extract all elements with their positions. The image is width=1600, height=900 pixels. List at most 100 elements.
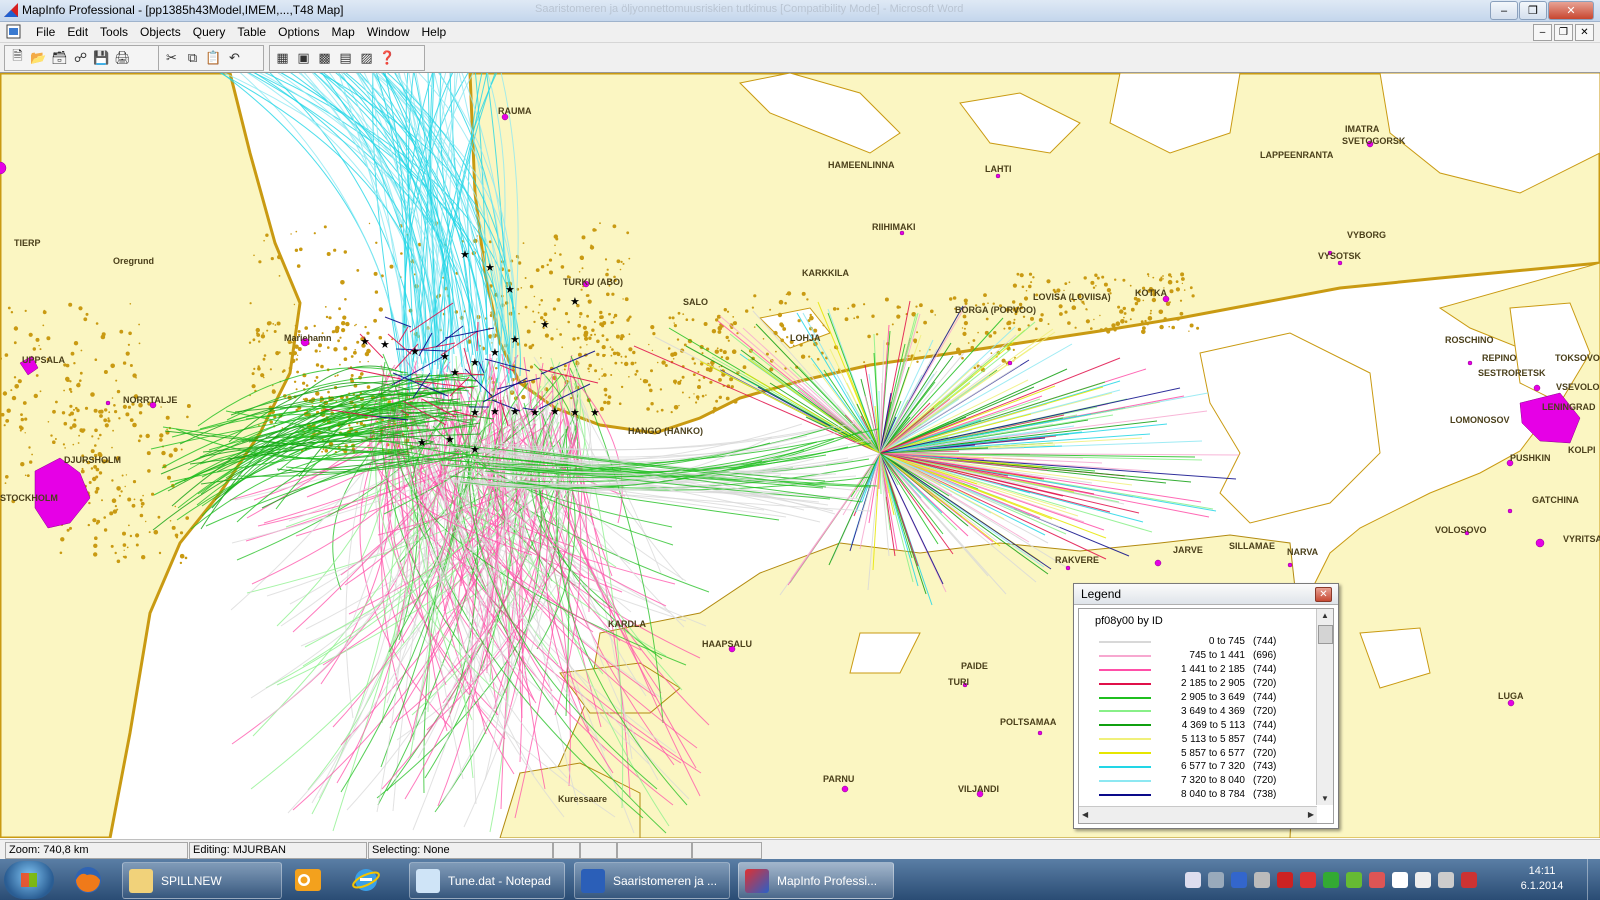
menu-file[interactable]: File [30,24,61,40]
island [896,314,901,319]
island [619,268,622,271]
legend-vertical-scrollbar[interactable]: ▲ ▼ [1316,609,1333,805]
help-icon[interactable]: ❓ [377,48,398,68]
start-button[interactable] [4,861,54,899]
scroll-up-icon[interactable]: ▲ [1321,611,1329,620]
island [711,329,717,334]
menu-objects[interactable]: Objects [134,24,187,40]
new-icon[interactable]: 🗎 [7,48,28,68]
desktop-icon[interactable] [1185,871,1201,888]
internet-explorer-icon[interactable] [342,864,390,896]
menu-edit[interactable]: Edit [61,24,94,40]
legend-close-button[interactable]: ✕ [1315,587,1332,602]
island [281,370,285,373]
island [963,327,966,330]
copy-icon[interactable]: ⧉ [182,48,203,68]
island [1150,309,1152,312]
save-icon[interactable]: 💾 [91,48,112,68]
menu-tools[interactable]: Tools [94,24,134,40]
new-layout-icon[interactable]: ▤ [335,48,356,68]
status-cell-empty-1 [553,842,580,859]
open-icon[interactable]: 📂 [28,48,49,68]
island [277,254,282,260]
release-star: ★ [470,443,480,456]
mapinfo-app-icon[interactable] [4,3,18,17]
open-workspace-icon[interactable]: 🗃 [49,48,70,68]
battery-icon[interactable] [1415,871,1431,888]
firefox-icon[interactable] [64,864,112,896]
doc-close-button[interactable]: ✕ [1575,24,1594,41]
task-mapinfo[interactable]: MapInfo Professi... [738,862,894,899]
maximize-button[interactable]: ❐ [1519,1,1547,20]
island [1022,315,1026,318]
place-label: TOKSOVO [1555,353,1600,363]
island [1104,327,1109,332]
show-desktop-button[interactable] [1587,859,1600,900]
flag-icon[interactable] [1392,871,1408,888]
status-cell-empty-4 [692,842,762,859]
open-dbms-icon[interactable]: ☍ [70,48,91,68]
close-button[interactable]: ✕ [1548,1,1594,20]
clock[interactable]: 14:11 6.1.2014 [1512,864,1572,894]
scroll-left-icon[interactable]: ◀ [1082,810,1088,819]
scroll-down-icon[interactable]: ▼ [1321,794,1329,803]
place-label: JARVE [1173,545,1203,555]
island [24,417,28,421]
task-spillnew[interactable]: SPILLNEW [122,862,282,899]
legend-title-bar[interactable]: Legend ✕ [1074,584,1338,605]
action-center-icon[interactable] [1277,871,1293,888]
scroll-thumb[interactable] [1318,625,1333,644]
island [659,388,663,391]
status-zoom[interactable]: Zoom: 740,8 km [5,842,188,859]
menu-table[interactable]: Table [231,24,272,40]
legend-horizontal-scrollbar[interactable]: ◀ ▶ [1079,806,1317,823]
island [676,338,680,341]
menu-window[interactable]: Window [361,24,416,40]
map-window[interactable]: ★ ★ ★ ★ ★ ★ ★ ★ ★ ★ ★ ★ ★ ★ ★ ★ ★ ★ ★ ★ ★ ★ ★ RAUMA HAMEENLINNA… [0,73,1600,838]
island [24,474,27,477]
scroll-right-icon[interactable]: ▶ [1308,810,1314,819]
sync-icon[interactable] [1323,871,1339,888]
island [601,345,606,350]
safely-remove-icon[interactable] [1254,871,1270,888]
new-browser-icon[interactable]: ▦ [272,48,293,68]
monitor-icon[interactable] [1208,871,1224,888]
legend-row: 1 441 to 2 185 (744) [1099,663,1329,677]
island [94,428,98,433]
new-mapper-icon[interactable]: ▣ [293,48,314,68]
island [179,531,184,535]
island [799,343,803,347]
menu-query[interactable]: Query [187,24,232,40]
task-notepad[interactable]: Tune.dat - Notepad [409,862,565,899]
menu-map[interactable]: Map [325,24,360,40]
status-editing[interactable]: Editing: MJURBAN [189,842,367,859]
menu-options[interactable]: Options [272,24,325,40]
security-icon[interactable] [1300,871,1316,888]
undo-icon[interactable]: ↶ [224,48,245,68]
cut-icon[interactable]: ✂ [161,48,182,68]
outlook-icon[interactable] [284,864,332,896]
doc-restore-button[interactable]: ❐ [1554,24,1573,41]
network-shield-icon[interactable] [1369,871,1385,888]
print-icon[interactable]: 🖨 [112,48,133,68]
volume-muted-icon[interactable] [1461,871,1477,888]
island [109,511,114,516]
new-grapher-icon[interactable]: ▩ [314,48,335,68]
signal-icon[interactable] [1438,871,1454,888]
island [697,385,701,389]
document-system-menu-icon[interactable] [6,24,21,39]
nvidia-icon[interactable] [1346,871,1362,888]
legend-window[interactable]: Legend ✕ pf08y00 by ID 0 to 745 (744) 745 … [1073,583,1339,829]
bluetooth-icon[interactable] [1231,871,1247,888]
menu-help[interactable]: Help [416,24,453,40]
map-canvas[interactable]: ★ ★★ ★★★★★★★★ ★ ★ ★ ★ ★ ★★ ★★★★★ [0,73,1600,838]
new-redistrict-icon[interactable]: ▨ [356,48,377,68]
task-word[interactable]: Saaristomeren ja ... [574,862,730,899]
paste-icon[interactable]: 📋 [203,48,224,68]
minimize-button[interactable]: – [1490,1,1518,20]
status-selecting[interactable]: Selecting: None [368,842,553,859]
island [853,317,856,320]
doc-minimize-button[interactable]: – [1533,24,1552,41]
island [127,405,131,409]
island [593,320,597,323]
